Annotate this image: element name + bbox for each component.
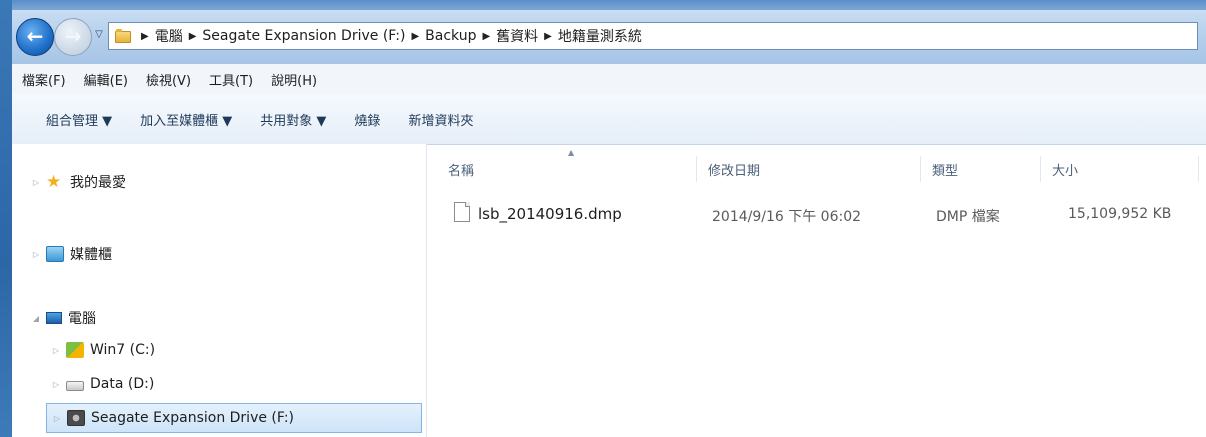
nav-item-drive-f[interactable]: ▷ Seagate Expansion Drive (F:) <box>46 403 422 433</box>
breadcrumb-backup[interactable]: Backup <box>425 28 476 44</box>
nav-item-libraries[interactable]: ▷ 媒體櫃 <box>30 244 112 264</box>
file-size: 15,109,952 KB <box>1068 206 1172 222</box>
desktop-edge <box>0 0 12 437</box>
menu-file[interactable]: 檔案(F) <box>22 70 66 89</box>
column-divider[interactable] <box>1040 156 1041 182</box>
breadcrumb-separator-icon[interactable]: ▶ <box>189 31 197 42</box>
sort-ascending-icon: ▲ <box>568 148 575 157</box>
column-header-type[interactable]: 類型 <box>932 160 958 179</box>
expand-icon[interactable]: ▷ <box>51 414 63 423</box>
chevron-down-icon: ▽ <box>95 29 103 40</box>
menu-view[interactable]: 檢視(V) <box>146 70 191 89</box>
column-divider[interactable] <box>920 156 921 182</box>
breadcrumb-separator-icon[interactable]: ▶ <box>411 31 419 42</box>
back-arrow-icon: ← <box>26 24 44 48</box>
file-icon <box>454 202 470 222</box>
nav-item-label: 我的最愛 <box>70 175 126 191</box>
expand-icon[interactable]: ▷ <box>30 178 42 187</box>
file-name[interactable]: lsb_20140916.dmp <box>478 205 622 223</box>
nav-item-favorites[interactable]: ▷ ★ 我的最愛 <box>30 172 126 192</box>
window-top-edge <box>0 0 1206 10</box>
forward-arrow-icon: → <box>64 24 82 48</box>
expand-icon[interactable]: ▷ <box>50 346 62 355</box>
share-with-button[interactable]: 共用對象 ▼ <box>246 110 340 129</box>
breadcrumb-separator-icon[interactable]: ▶ <box>544 31 552 42</box>
column-divider[interactable] <box>696 156 697 182</box>
breadcrumb-separator-icon[interactable]: ▶ <box>482 31 490 42</box>
star-icon: ★ <box>46 172 62 192</box>
nav-item-label: Seagate Expansion Drive (F:) <box>91 410 295 426</box>
nav-item-computer[interactable]: ◢ 電腦 <box>30 308 96 328</box>
menu-bar: 檔案(F) 編輯(E) 檢視(V) 工具(T) 說明(H) <box>12 64 1206 95</box>
computer-icon <box>46 312 62 324</box>
recent-pages-button[interactable]: ▽ <box>92 28 106 42</box>
file-modified-date: 2014/9/16 下午 06:02 <box>712 209 862 225</box>
command-bar: 組合管理 ▼ 加入至媒體櫃 ▼ 共用對象 ▼ 燒錄 新增資料夾 <box>12 94 1206 145</box>
folder-icon <box>115 29 131 43</box>
organize-button[interactable]: 組合管理 ▼ <box>32 110 126 129</box>
windows-drive-icon <box>66 342 84 358</box>
nav-item-label: 媒體櫃 <box>70 247 112 263</box>
forward-button[interactable]: → <box>54 18 92 56</box>
external-drive-icon <box>67 410 85 426</box>
burn-button[interactable]: 燒錄 <box>340 110 394 129</box>
column-divider[interactable] <box>1198 156 1199 182</box>
include-in-library-button[interactable]: 加入至媒體櫃 ▼ <box>126 110 246 129</box>
new-folder-button[interactable]: 新增資料夾 <box>394 110 487 129</box>
file-list-header: ▲ 名稱 修改日期 類型 大小 <box>428 148 1206 186</box>
file-type: DMP 檔案 <box>936 209 1000 225</box>
back-button[interactable]: ← <box>16 18 54 56</box>
column-header-name[interactable]: 名稱 <box>448 160 474 179</box>
breadcrumb-separator-icon[interactable]: ▶ <box>141 31 149 42</box>
navigation-pane: ▷ ★ 我的最愛 ▷ 媒體櫃 ◢ 電腦 ▷ Win7 (C:) ▷ Data (… <box>12 144 427 437</box>
column-header-modified[interactable]: 修改日期 <box>708 160 760 179</box>
breadcrumb-computer[interactable]: 電腦 <box>155 26 183 46</box>
address-bar[interactable]: ▶ 電腦 ▶ Seagate Expansion Drive (F:) ▶ Ba… <box>108 22 1198 50</box>
breadcrumb-drive[interactable]: Seagate Expansion Drive (F:) <box>202 28 405 44</box>
menu-tools[interactable]: 工具(T) <box>209 70 253 89</box>
table-row[interactable]: lsb_20140916.dmp 2014/9/16 下午 06:02 DMP … <box>428 196 1206 230</box>
nav-item-label: Win7 (C:) <box>90 342 156 358</box>
nav-item-drive-c[interactable]: ▷ Win7 (C:) <box>50 342 155 358</box>
menu-help[interactable]: 說明(H) <box>271 70 317 89</box>
nav-item-drive-d[interactable]: ▷ Data (D:) <box>50 376 154 392</box>
column-header-size[interactable]: 大小 <box>1052 160 1078 179</box>
menu-edit[interactable]: 編輯(E) <box>84 70 128 89</box>
expand-icon[interactable]: ▷ <box>50 380 62 389</box>
nav-item-label: 電腦 <box>68 311 96 327</box>
nav-item-label: Data (D:) <box>90 376 155 392</box>
breadcrumb-old-data[interactable]: 舊資料 <box>496 26 538 46</box>
address-bar-row: ← → ▽ ▶ 電腦 ▶ Seagate Expansion Drive (F:… <box>12 10 1206 64</box>
collapse-icon[interactable]: ◢ <box>30 314 42 323</box>
library-icon <box>46 246 64 262</box>
expand-icon[interactable]: ▷ <box>30 250 42 259</box>
hard-drive-icon <box>66 381 84 391</box>
breadcrumb-current-folder[interactable]: 地籍量測系統 <box>558 26 642 46</box>
